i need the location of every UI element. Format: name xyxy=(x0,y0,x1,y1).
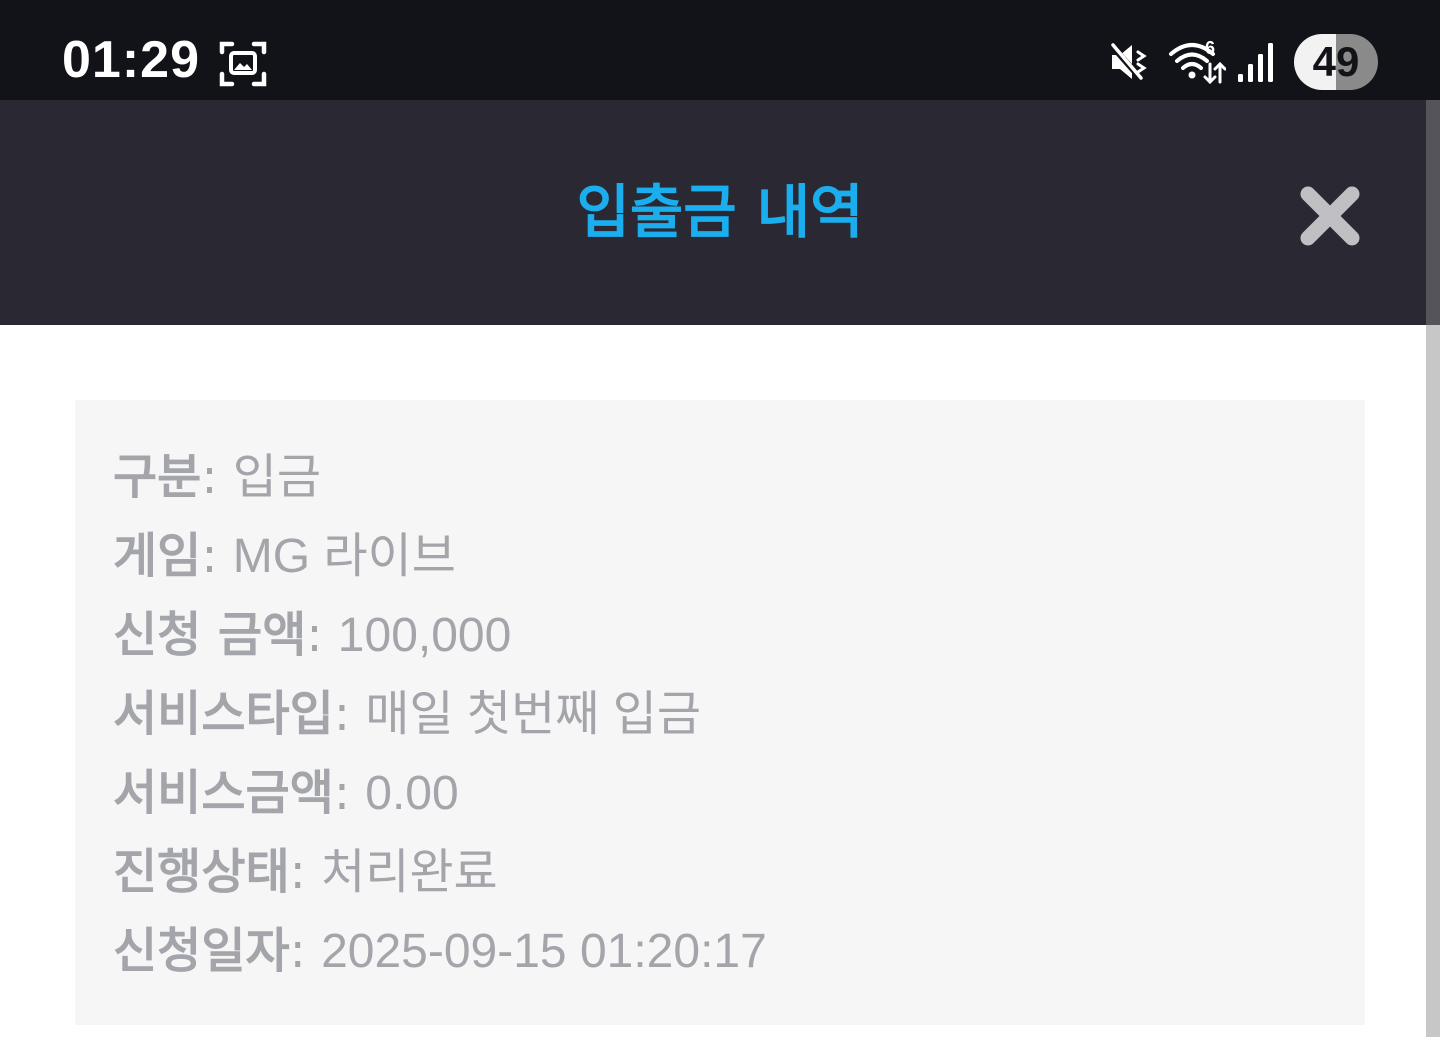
svg-text:6: 6 xyxy=(1205,38,1215,58)
detail-separator: : xyxy=(306,607,338,663)
detail-label: 서비스타입 xyxy=(113,686,334,742)
detail-value: 입금 xyxy=(232,451,322,504)
header: 입출금 내역 xyxy=(0,100,1426,325)
close-icon[interactable] xyxy=(1298,184,1362,248)
detail-label: 게임 xyxy=(113,528,202,584)
detail-row-game: 게임: MG 라이브 xyxy=(113,517,767,596)
detail-list: 구분: 입금 게임: MG 라이브 신청 금액: 100,000 서비스타입: … xyxy=(113,438,767,991)
detail-label: 진행상태 xyxy=(113,844,290,900)
status-bar: 01:29 6 49 xyxy=(0,0,1440,100)
detail-value: 0.00 xyxy=(365,767,459,820)
detail-separator: : xyxy=(333,686,366,742)
detail-value: 처리완료 xyxy=(321,846,498,899)
detail-value: 2025-09-15 01:20:17 xyxy=(321,925,767,978)
screenshot-icon xyxy=(219,41,267,87)
detail-separator: : xyxy=(201,528,233,584)
detail-separator: : xyxy=(201,449,233,505)
detail-row-amount: 신청 금액: 100,000 xyxy=(113,596,767,675)
screen: 01:29 6 49 입출금 내역 구분: 입금 게임: MG 라이브 신청 금… xyxy=(0,0,1440,1037)
detail-label: 서비스금액 xyxy=(113,765,334,821)
battery-indicator: 49 xyxy=(1294,34,1378,90)
detail-separator: : xyxy=(289,923,322,979)
page-title: 입출금 내역 xyxy=(576,178,864,246)
detail-label: 구분 xyxy=(113,449,202,505)
mute-icon xyxy=(1109,43,1147,82)
detail-row-status: 진행상태: 처리완료 xyxy=(113,833,767,912)
detail-label: 신청일자 xyxy=(113,923,290,979)
detail-row-service-amount: 서비스금액: 0.00 xyxy=(113,754,767,833)
detail-separator: : xyxy=(333,765,366,821)
detail-value: 매일 첫번째 입금 xyxy=(365,688,702,741)
detail-value: MG 라이브 xyxy=(232,530,456,583)
detail-label: 신청 금액 xyxy=(113,607,307,663)
detail-value: 100,000 xyxy=(337,609,512,662)
scrollbar-track[interactable] xyxy=(1426,100,1440,1037)
detail-card: 구분: 입금 게임: MG 라이브 신청 금액: 100,000 서비스타입: … xyxy=(75,400,1365,1025)
detail-row-type: 구분: 입금 xyxy=(113,438,767,517)
detail-row-date: 신청일자: 2025-09-15 01:20:17 xyxy=(113,912,767,991)
signal-icon xyxy=(1238,43,1273,82)
scrollbar-thumb[interactable] xyxy=(1426,100,1440,325)
status-time: 01:29 xyxy=(62,31,200,89)
wifi-icon: 6 xyxy=(1169,38,1226,85)
detail-separator: : xyxy=(289,844,322,900)
detail-row-service-type: 서비스타입: 매일 첫번째 입금 xyxy=(113,675,767,754)
